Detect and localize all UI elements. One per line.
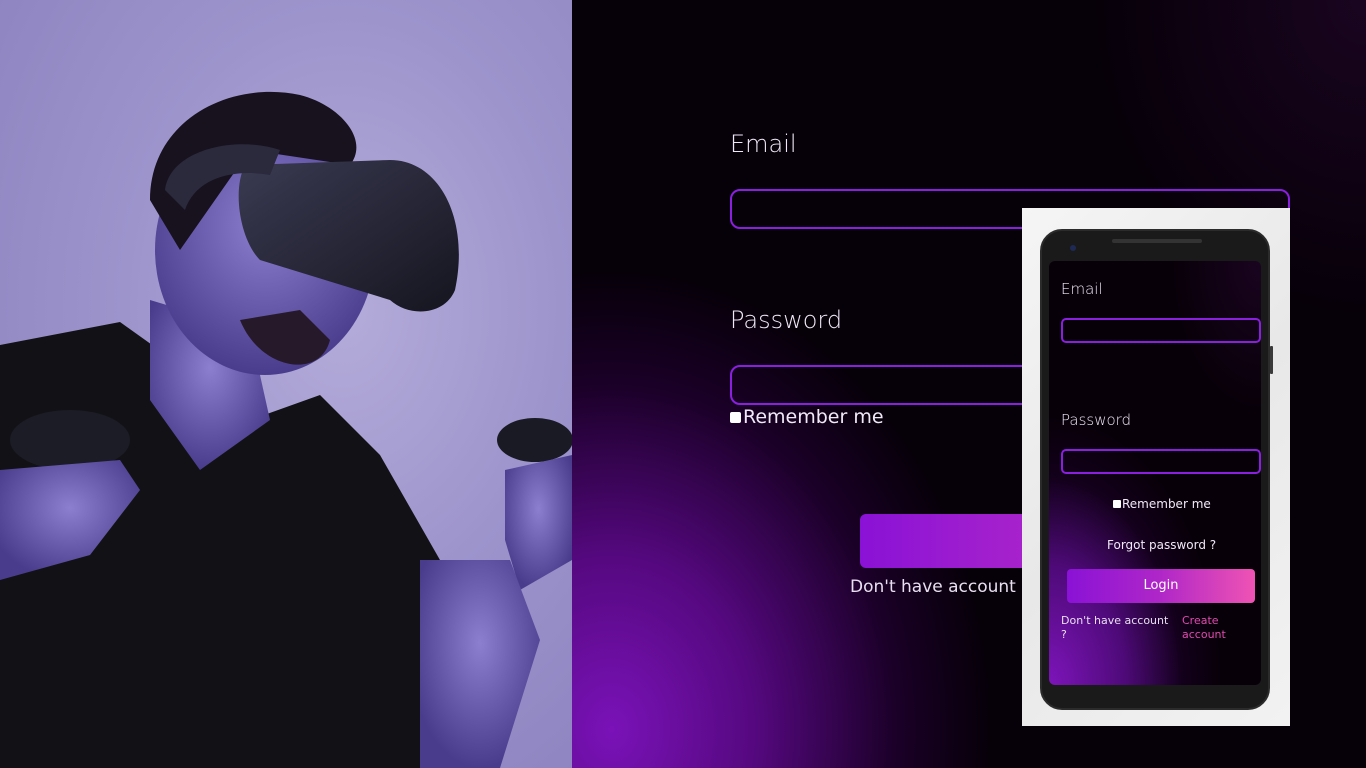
no-account-text: Don't have account ? (850, 577, 1031, 597)
remember-me[interactable]: Remember me (730, 406, 884, 428)
password-label: Password (730, 306, 843, 334)
email-label: Email (730, 130, 797, 158)
mobile-login-button[interactable]: Login (1067, 569, 1255, 603)
phone-side-button (1270, 346, 1273, 374)
phone-screen: Email Password Remember me Forgot passwo… (1049, 261, 1261, 685)
vr-person-illustration (0, 91, 572, 768)
mobile-preview-card: Email Password Remember me Forgot passwo… (1022, 208, 1290, 726)
mobile-email-label: Email (1061, 280, 1103, 298)
mobile-password-label: Password (1061, 411, 1132, 429)
mobile-no-account-text: Don't have account ? (1061, 614, 1169, 641)
phone-speaker (1112, 239, 1202, 243)
mobile-remember-checkbox[interactable] (1113, 500, 1121, 508)
mobile-password-input[interactable] (1061, 449, 1261, 474)
mobile-remember-label: Remember me (1122, 497, 1211, 511)
phone-frame: Email Password Remember me Forgot passwo… (1040, 229, 1273, 710)
mobile-create-account-link[interactable]: Create account (1182, 614, 1242, 642)
remember-label: Remember me (743, 406, 884, 428)
mobile-email-input[interactable] (1061, 318, 1261, 343)
hero-photo (0, 0, 572, 768)
remember-checkbox[interactable] (730, 411, 741, 423)
mobile-forgot-password-link[interactable]: Forgot password ? (1107, 538, 1216, 552)
phone-camera-icon (1070, 245, 1076, 251)
mobile-remember-me[interactable]: Remember me (1113, 497, 1211, 511)
